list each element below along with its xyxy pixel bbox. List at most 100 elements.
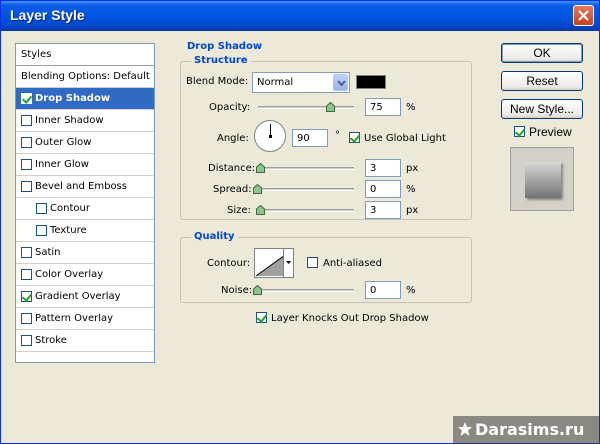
distance-slider-track[interactable]	[258, 167, 354, 170]
opacity-slider-track[interactable]	[258, 106, 354, 109]
style-preview	[510, 147, 574, 211]
use-global-light-label[interactable]: Use Global Light	[364, 133, 446, 144]
size-slider-thumb[interactable]	[256, 205, 265, 215]
watermark: Darasims.ru	[453, 416, 600, 444]
noise-slider-track[interactable]	[258, 289, 354, 292]
ok-button[interactable]: OK	[501, 43, 583, 63]
style-item-color-overlay[interactable]: Color Overlay	[16, 264, 154, 286]
close-icon	[578, 10, 589, 21]
style-checkbox-texture[interactable]	[36, 225, 47, 236]
blend-mode-select[interactable]: Normal	[252, 72, 350, 93]
styles-list-header[interactable]: Styles	[16, 44, 154, 66]
style-item-label: Color Overlay	[35, 269, 104, 280]
size-unit: px	[406, 205, 419, 216]
distance-input[interactable]: 3	[365, 159, 401, 177]
noise-unit: %	[406, 285, 416, 296]
new-style-button[interactable]: New Style...	[501, 99, 583, 119]
style-item-gradient-overlay[interactable]: Gradient Overlay	[16, 286, 154, 308]
structure-title: Structure	[191, 55, 251, 66]
style-item-label: Drop Shadow	[35, 93, 111, 104]
style-item-pattern-overlay[interactable]: Pattern Overlay	[16, 308, 154, 330]
chevron-down-icon	[337, 80, 346, 86]
preview-swatch	[525, 162, 561, 198]
distance-unit: px	[406, 163, 419, 174]
angle-dial[interactable]	[254, 120, 286, 152]
spread-input[interactable]: 0	[365, 180, 401, 198]
style-item-texture[interactable]: Texture	[16, 220, 154, 242]
style-item-blending-options-default[interactable]: Blending Options: Default	[16, 66, 154, 88]
spread-slider-thumb[interactable]	[253, 184, 262, 194]
style-item-label: Inner Shadow	[35, 115, 104, 126]
opacity-label: Opacity:	[209, 102, 251, 113]
spread-slider-track[interactable]	[258, 188, 354, 191]
opacity-slider-thumb[interactable]	[326, 102, 335, 112]
chevron-down-icon	[286, 261, 291, 264]
opacity-unit: %	[406, 102, 416, 113]
distance-slider-thumb[interactable]	[256, 163, 265, 173]
style-checkbox-pattern-overlay[interactable]	[21, 313, 32, 324]
contour-label: Contour:	[207, 258, 251, 269]
style-checkbox-satin[interactable]	[21, 247, 32, 258]
size-input[interactable]: 3	[365, 201, 401, 219]
blend-mode-label: Blend Mode:	[186, 76, 249, 87]
style-item-drop-shadow[interactable]: Drop Shadow	[16, 88, 154, 110]
style-checkbox-bevel-and-emboss[interactable]	[21, 181, 32, 192]
angle-unit: °	[335, 130, 340, 141]
shadow-color-swatch[interactable]	[356, 75, 386, 89]
style-item-inner-shadow[interactable]: Inner Shadow	[16, 110, 154, 132]
style-item-label: Outer Glow	[35, 137, 92, 148]
style-item-label: Pattern Overlay	[35, 313, 114, 324]
size-label: Size:	[227, 205, 251, 216]
style-item-label: Blending Options: Default	[21, 71, 150, 82]
style-item-label: Stroke	[35, 335, 67, 346]
anti-aliased-label[interactable]: Anti-aliased	[323, 258, 382, 269]
noise-input[interactable]: 0	[365, 281, 401, 299]
style-checkbox-contour[interactable]	[36, 203, 47, 214]
style-item-label: Gradient Overlay	[35, 291, 121, 302]
style-checkbox-stroke[interactable]	[21, 335, 32, 346]
style-item-stroke[interactable]: Stroke	[16, 330, 154, 352]
structure-group: Structure Blend Mode: Normal Opacity: 75…	[180, 55, 472, 220]
style-item-bevel-and-emboss[interactable]: Bevel and Emboss	[16, 176, 154, 198]
reset-button[interactable]: Reset	[501, 71, 583, 91]
dialog-client: Styles Blending Options: Default Drop Sha…	[4, 32, 596, 442]
style-checkbox-inner-glow[interactable]	[21, 159, 32, 170]
star-icon	[458, 422, 472, 436]
close-button[interactable]	[573, 5, 594, 26]
quality-title: Quality	[191, 231, 238, 242]
style-item-satin[interactable]: Satin	[16, 242, 154, 264]
style-checkbox-outer-glow[interactable]	[21, 137, 32, 148]
style-item-inner-glow[interactable]: Inner Glow	[16, 154, 154, 176]
size-slider-track[interactable]	[258, 209, 354, 212]
opacity-input[interactable]: 75	[365, 98, 401, 116]
layer-knocks-out-label[interactable]: Layer Knocks Out Drop Shadow	[271, 313, 429, 324]
style-checkbox-color-overlay[interactable]	[21, 269, 32, 280]
watermark-text: Darasims.ru	[475, 420, 585, 439]
style-item-outer-glow[interactable]: Outer Glow	[16, 132, 154, 154]
preview-checkbox[interactable]	[514, 126, 525, 137]
contour-dropdown-button[interactable]	[283, 248, 294, 278]
style-item-label: Satin	[35, 247, 61, 258]
spread-unit: %	[406, 184, 416, 195]
distance-label: Distance:	[208, 163, 256, 174]
angle-input[interactable]: 90	[292, 129, 328, 147]
noise-slider-thumb[interactable]	[253, 285, 262, 295]
style-checkbox-drop-shadow[interactable]	[21, 93, 32, 104]
use-global-light-checkbox[interactable]	[349, 132, 360, 143]
style-item-label: Bevel and Emboss	[35, 181, 127, 192]
anti-aliased-checkbox[interactable]	[307, 257, 318, 268]
style-item-label: Inner Glow	[35, 159, 89, 170]
blend-mode-value: Normal	[257, 77, 294, 88]
style-item-contour[interactable]: Contour	[16, 198, 154, 220]
blend-mode-dropdown-button[interactable]	[333, 74, 348, 91]
title-bar[interactable]: Layer Style	[1, 1, 599, 31]
style-checkbox-gradient-overlay[interactable]	[21, 291, 32, 302]
preview-label[interactable]: Preview	[529, 125, 572, 139]
style-checkbox-inner-shadow[interactable]	[21, 115, 32, 126]
style-item-label: Texture	[50, 225, 87, 236]
styles-list: Styles Blending Options: Default Drop Sha…	[15, 43, 155, 363]
layer-style-dialog: Layer Style Styles Blending Options: Def…	[0, 0, 600, 444]
spread-label: Spread:	[213, 184, 252, 195]
layer-knocks-out-checkbox[interactable]	[256, 312, 267, 323]
angle-label: Angle:	[217, 133, 249, 144]
